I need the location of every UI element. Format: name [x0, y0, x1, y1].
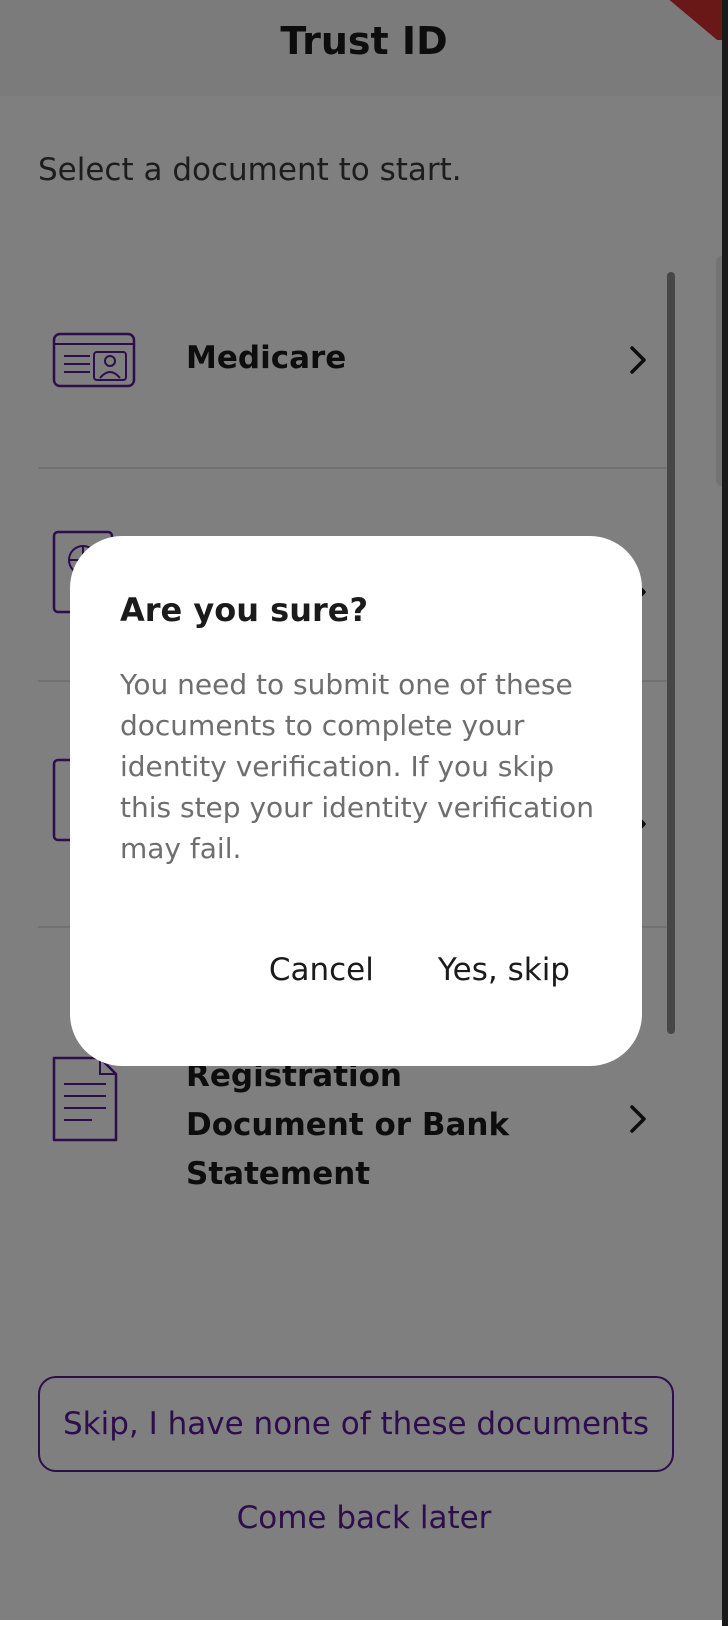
dialog-actions: Cancel Yes, skip [269, 952, 570, 988]
confirm-skip-button[interactable]: Yes, skip [438, 952, 570, 988]
window-edge [722, 0, 728, 1626]
confirm-dialog: Are you sure? You need to submit one of … [70, 536, 642, 1066]
cancel-button[interactable]: Cancel [269, 952, 374, 988]
dialog-message: You need to submit one of these document… [120, 668, 594, 865]
dialog-title: Are you sure? [120, 591, 369, 629]
